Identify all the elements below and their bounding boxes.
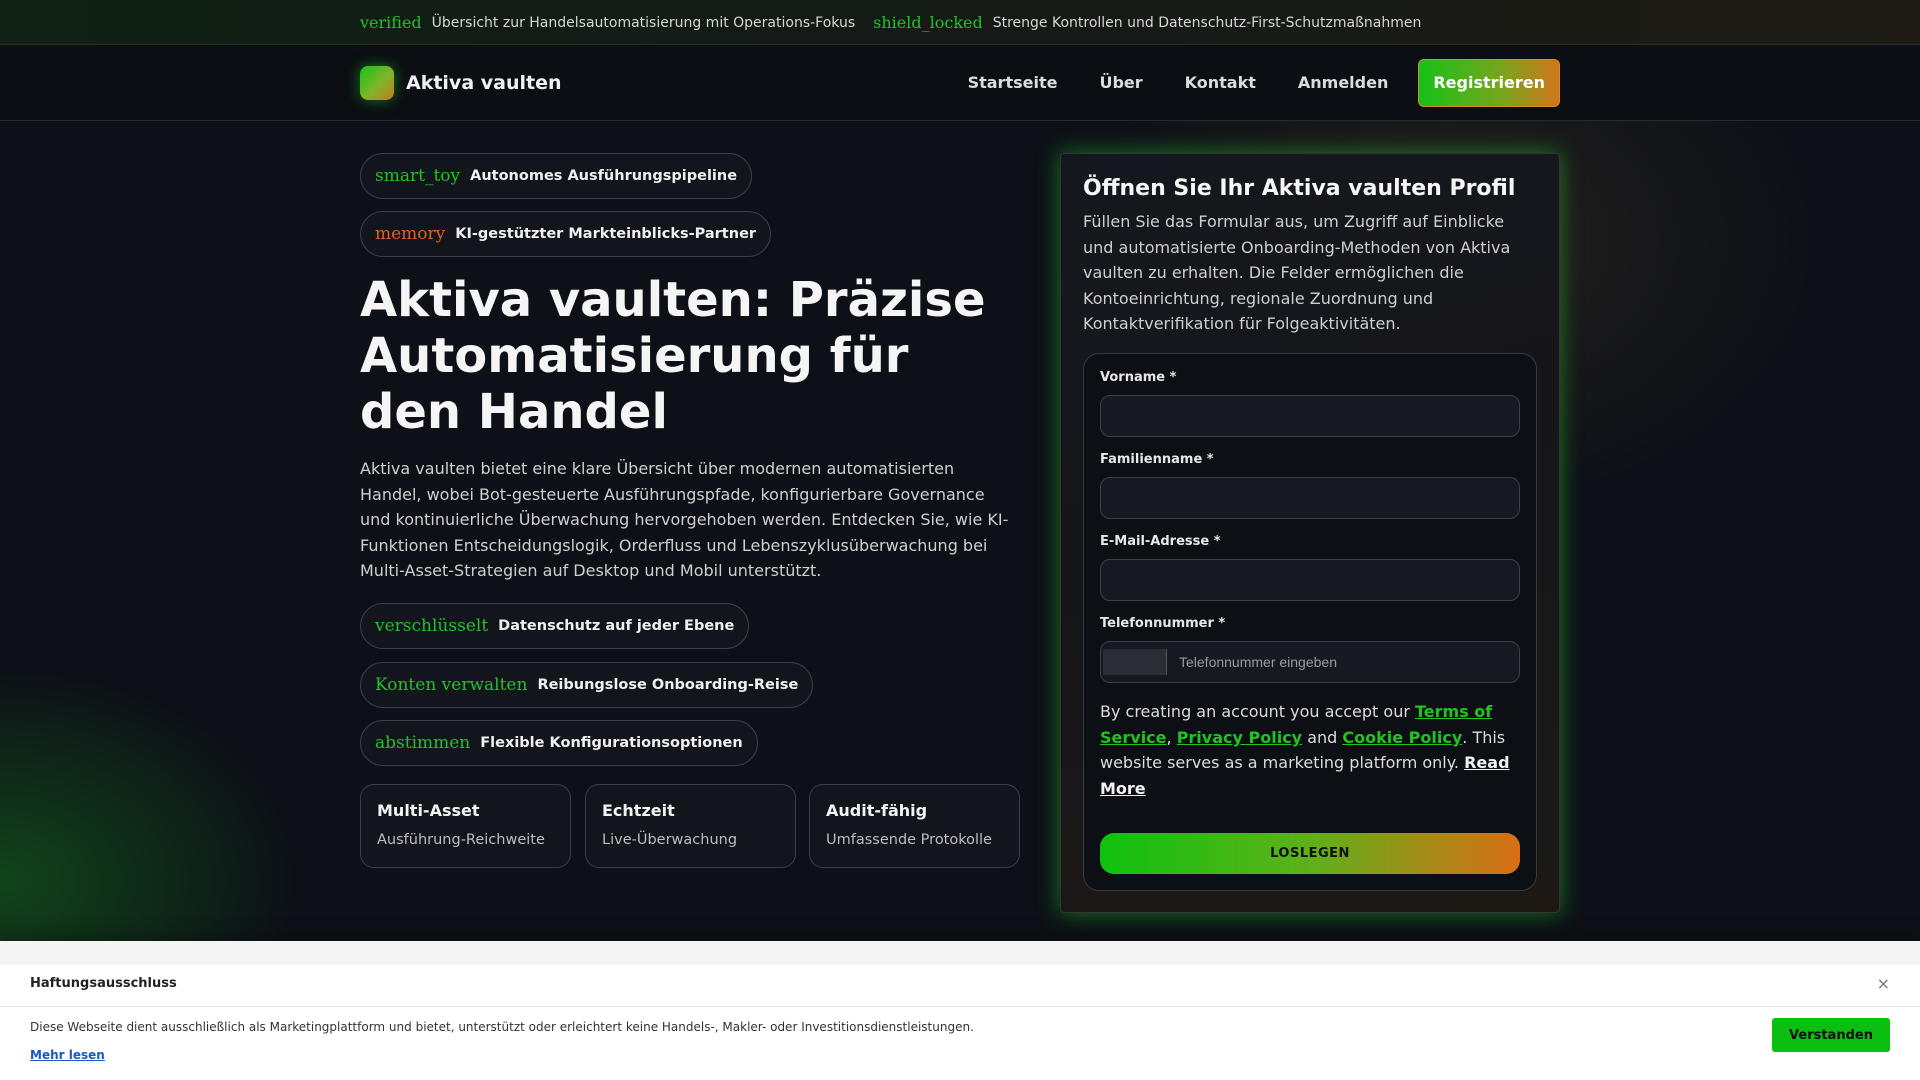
email-field[interactable] [1100,559,1520,601]
top-info-text-1: Übersicht zur Handelsautomatisierung mit… [431,14,856,31]
disclaimer-header: Haftungsausschluss × [0,965,1920,1007]
hero-title: Aktiva vaulten: Präzise Automatisierung … [360,272,986,440]
memory-icon: memory [375,224,446,244]
phone-field[interactable] [1167,642,1519,682]
consent-text: By creating an account you accept our Te… [1100,699,1520,801]
badge-label: KI-gestützter Markteinblicks-Partner [455,226,757,242]
nav-anmelden[interactable]: Anmelden [1277,59,1409,107]
stat-subtitle: Ausführung-Reichweite [377,832,545,848]
site-header: Aktiva vaulten Startseite Über Kontakt A… [0,45,1920,121]
signup-title: Öffnen Sie Ihr Aktiva vaulten Profil [1083,176,1516,201]
feature-label: Flexible Konfigurationsoptionen [480,735,743,751]
manage-accounts-icon: Konten verwalten [375,675,528,695]
disclaimer-banner: Haftungsausschluss × Diese Webseite dien… [0,941,1920,1080]
phone-label: Telefonnummer * [1100,616,1226,631]
privacy-link[interactable]: Privacy Policy [1177,728,1302,747]
feature-label: Datenschutz auf jeder Ebene [498,618,735,634]
tune-icon: abstimmen [375,733,471,753]
first-name-field[interactable] [1100,395,1520,437]
stat-title: Echtzeit [602,801,675,820]
stat-title: Multi-Asset [377,801,480,820]
consent-separator: , [1166,727,1177,747]
understood-button[interactable]: Verstanden [1772,1018,1890,1052]
verified-icon: verified [360,13,422,32]
brand-logo [360,66,394,100]
first-name-label: Vorname * [1100,370,1177,385]
phone-field-group [1100,641,1520,683]
shield-locked-icon: shield_locked [873,13,983,32]
nav-startseite[interactable]: Startseite [947,59,1079,107]
encrypted-icon: verschlüsselt [375,616,489,636]
disclaimer-title: Haftungsausschluss [30,976,177,991]
consent-separator: and [1302,727,1343,747]
close-icon[interactable]: × [1877,974,1890,993]
brand[interactable]: Aktiva vaulten [360,66,562,100]
signup-form: Vorname * Familienname * E-Mail-Adresse … [1083,353,1537,891]
submit-button[interactable]: LOSLEGEN [1100,833,1520,874]
signup-panel: Öffnen Sie Ihr Aktiva vaulten Profil Fül… [1060,153,1560,913]
hero-description: Aktiva vaulten bietet eine klare Übersic… [360,459,1009,581]
badge-autonomous-pipeline: smart_toy Autonomes Ausführungspipeline [360,153,753,199]
stat-subtitle: Live-Überwachung [602,832,738,848]
badge-label: Autonomes Ausführungspipeline [470,168,738,184]
email-label: E-Mail-Adresse * [1100,534,1221,549]
brand-name: Aktiva vaulten [406,72,562,94]
smart-toy-icon: smart_toy [375,166,461,186]
stat-subtitle: Umfassende Protokolle [826,832,992,848]
top-info-text-2: Strenge Kontrollen und Datenschutz-First… [992,14,1422,31]
stat-title: Audit-fähig [826,801,928,820]
last-name-field[interactable] [1100,477,1520,519]
country-code-select[interactable] [1103,649,1167,675]
disclaimer-text: Diese Webseite dient ausschließlich als … [30,1020,974,1034]
signup-description: Füllen Sie das Formular aus, um Zugriff … [1083,212,1511,334]
main-nav: Startseite Über Kontakt Anmelden Registr… [947,59,1560,107]
consent-prefix: By creating an account you accept our [1100,702,1415,721]
last-name-label: Familienname * [1100,452,1214,467]
disclaimer-top-strip [0,941,1920,965]
nav-kontakt[interactable]: Kontakt [1164,59,1277,107]
cookie-link[interactable]: Cookie Policy [1342,728,1462,747]
feature-privacy: verschlüsselt Datenschutz auf jeder Eben… [360,603,750,649]
register-button[interactable]: Registrieren [1418,59,1560,107]
stat-card-audit: Audit-fähig Umfassende Protokolle [809,784,1020,868]
top-info-strip: verified Übersicht zur Handelsautomatisi… [0,0,1920,45]
feature-configuration: abstimmen Flexible Konfigurationsoptione… [360,720,758,766]
badge-ai-partner: memory KI-gestützter Markteinblicks-Part… [360,211,772,257]
stat-card-realtime: Echtzeit Live-Überwachung [585,784,796,868]
feature-label: Reibungslose Onboarding-Reise [537,677,799,693]
feature-onboarding: Konten verwalten Reibungslose Onboarding… [360,662,814,708]
nav-ueber[interactable]: Über [1078,59,1163,107]
disclaimer-read-more-link[interactable]: Mehr lesen [30,1048,105,1062]
stat-card-multi-asset: Multi-Asset Ausführung-Reichweite [360,784,571,868]
